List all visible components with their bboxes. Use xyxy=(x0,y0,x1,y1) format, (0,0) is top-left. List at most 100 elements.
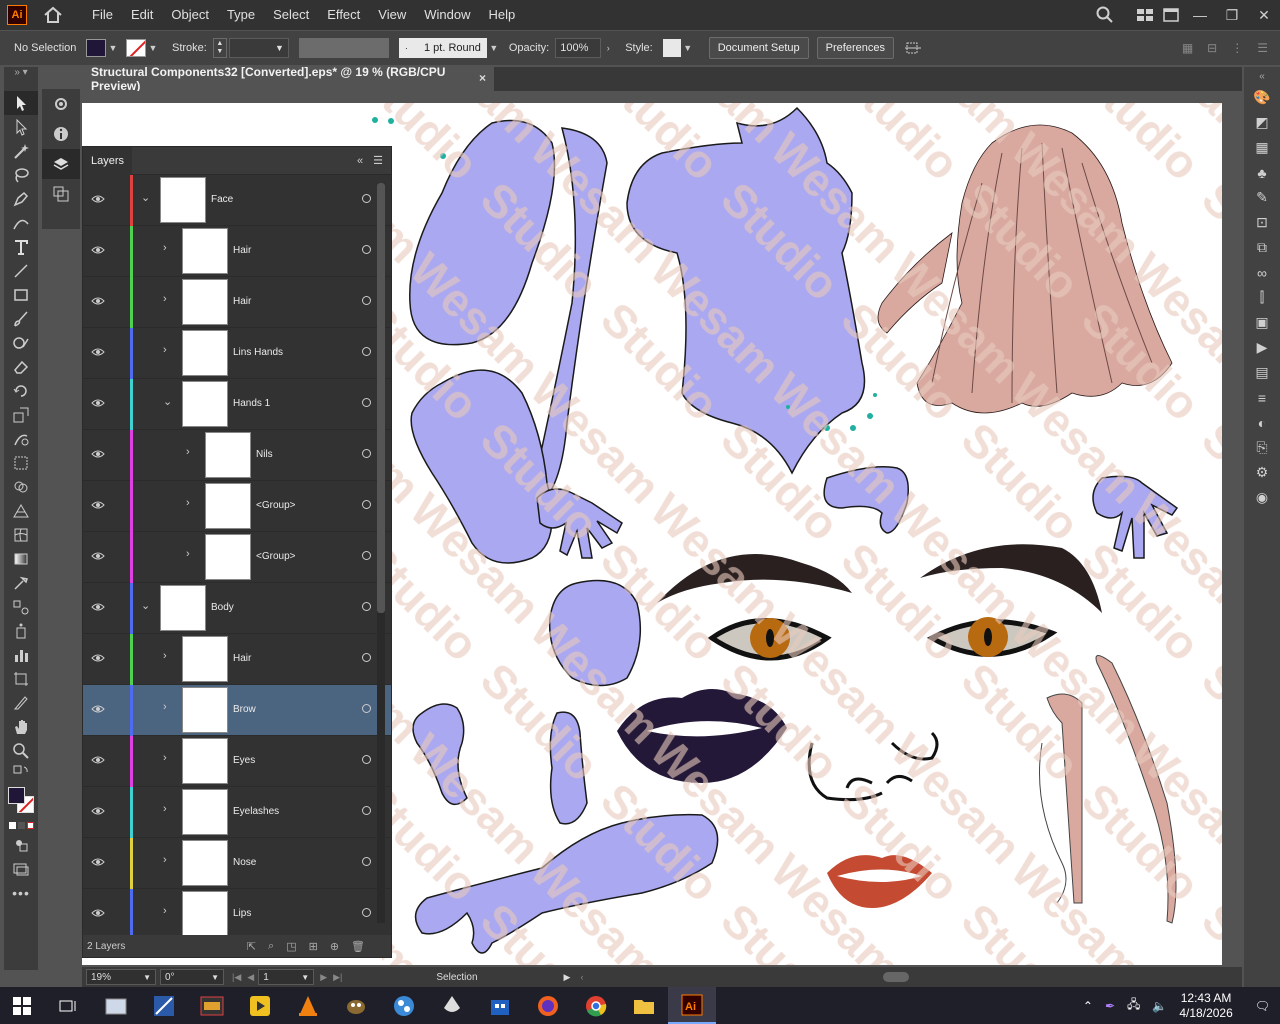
clipping-mask-icon[interactable]: ◳ xyxy=(286,940,296,953)
workspace-icon[interactable] xyxy=(1132,2,1158,28)
home-icon[interactable] xyxy=(43,6,63,24)
menu-window[interactable]: Window xyxy=(415,0,479,30)
store-icon[interactable] xyxy=(476,987,524,1024)
last-artboard-icon[interactable]: ▶| xyxy=(333,972,342,983)
asset-export-icon[interactable]: ⎘ xyxy=(1244,435,1280,460)
menu-object[interactable]: Object xyxy=(162,0,218,30)
next-artboard-icon[interactable]: ▶ xyxy=(320,972,327,983)
expand-chevron-icon[interactable]: › xyxy=(163,344,167,356)
hscroll-thumb[interactable] xyxy=(883,972,910,982)
tray-chevron-icon[interactable]: ⌃ xyxy=(1083,999,1093,1013)
gradient-panel-icon[interactable]: ▤ xyxy=(1244,360,1280,385)
gradient-tool[interactable] xyxy=(4,547,38,571)
visibility-eye-icon[interactable] xyxy=(91,601,105,613)
chrome-icon[interactable] xyxy=(572,987,620,1024)
layer-target-icon[interactable] xyxy=(362,908,371,917)
panel-menu-icon[interactable]: ☰ xyxy=(1257,41,1268,55)
vlc-icon[interactable] xyxy=(284,987,332,1024)
layer-name[interactable]: Lips xyxy=(233,908,251,919)
search-icon[interactable] xyxy=(1092,2,1118,28)
fill-color-box[interactable] xyxy=(8,787,25,804)
magic-wand-tool[interactable] xyxy=(4,139,38,163)
visibility-eye-icon[interactable] xyxy=(91,499,105,511)
fill-stroke-swatches[interactable] xyxy=(4,783,38,817)
stroke-panel-icon[interactable]: ≡ xyxy=(1244,385,1280,410)
shaper-tool[interactable] xyxy=(4,331,38,355)
layer-name[interactable]: Hands 1 xyxy=(233,398,270,409)
menu-select[interactable]: Select xyxy=(264,0,318,30)
opacity-field[interactable]: 100% xyxy=(555,38,602,58)
layer-row[interactable]: › Hair xyxy=(83,226,391,277)
properties-panel-icon[interactable] xyxy=(42,89,80,119)
stroke-weight-stepper[interactable]: ▲ ▼ xyxy=(212,38,227,58)
close-window-icon[interactable]: ✕ xyxy=(1248,7,1280,24)
layer-target-icon[interactable] xyxy=(362,806,371,815)
layer-name[interactable]: Face xyxy=(211,194,233,205)
inkscape-icon[interactable] xyxy=(428,987,476,1024)
free-transform-tool[interactable] xyxy=(4,451,38,475)
new-layer-icon[interactable]: ⊕ xyxy=(330,940,339,953)
visibility-eye-icon[interactable] xyxy=(91,550,105,562)
swatches-panel-icon[interactable]: ▦ xyxy=(1244,135,1280,160)
menu-type[interactable]: Type xyxy=(218,0,264,30)
layer-target-icon[interactable] xyxy=(362,755,371,764)
network-icon[interactable]: 🖧 xyxy=(1127,995,1140,1016)
direct-selection-tool[interactable] xyxy=(4,115,38,139)
lasso-tool[interactable] xyxy=(4,163,38,187)
align-options-icon[interactable] xyxy=(900,35,926,61)
notifications-icon[interactable]: 🗨 xyxy=(1255,999,1270,1013)
layer-row[interactable]: ⌄ Body xyxy=(83,583,391,634)
graphic-styles-icon[interactable]: ⚙ xyxy=(1244,460,1280,485)
layer-target-icon[interactable] xyxy=(362,857,371,866)
hscroll-left-icon[interactable]: ‹ xyxy=(580,972,583,982)
layer-row[interactable]: › Brow xyxy=(83,685,391,736)
visibility-eye-icon[interactable] xyxy=(91,346,105,358)
expand-chevron-icon[interactable]: › xyxy=(186,446,190,458)
windows-start-icon[interactable] xyxy=(0,987,44,1024)
new-sublayer-icon[interactable]: ⊞ xyxy=(309,940,318,953)
panel-options-icon[interactable]: ☰ xyxy=(373,154,383,167)
actions-panel-icon[interactable]: ▶ xyxy=(1244,335,1280,360)
expand-chevron-icon[interactable]: › xyxy=(186,497,190,509)
first-artboard-icon[interactable]: |◀ xyxy=(232,972,241,983)
fill-dropdown-icon[interactable]: ▼ xyxy=(106,43,120,53)
layer-target-icon[interactable] xyxy=(362,194,371,203)
brushes-panel-icon[interactable]: ✎ xyxy=(1244,185,1280,210)
layer-target-icon[interactable] xyxy=(362,500,371,509)
visibility-eye-icon[interactable] xyxy=(91,805,105,817)
appearance-panel-icon[interactable]: ▣ xyxy=(1244,310,1280,335)
expand-chevron-icon[interactable]: › xyxy=(163,242,167,254)
layer-row[interactable]: › Hair xyxy=(83,634,391,685)
line-tool[interactable] xyxy=(4,259,38,283)
minimize-icon[interactable]: — xyxy=(1184,7,1216,23)
document-tab[interactable]: Structural Components32 [Converted].eps*… xyxy=(82,65,494,93)
shape-builder-tool[interactable] xyxy=(4,475,38,499)
screenshot-app-icon[interactable] xyxy=(140,987,188,1024)
layer-row[interactable]: › Nils xyxy=(83,430,391,481)
layer-row[interactable]: › Lips xyxy=(83,889,391,940)
layer-target-icon[interactable] xyxy=(362,245,371,254)
expand-chevron-icon[interactable]: › xyxy=(163,701,167,713)
restore-icon[interactable]: ❐ xyxy=(1216,7,1248,24)
collapse-chevron-icon[interactable]: ⌄ xyxy=(163,395,172,408)
type-tool[interactable] xyxy=(4,235,38,259)
layer-name[interactable]: <Group> xyxy=(256,500,295,511)
mesh-tool[interactable] xyxy=(4,523,38,547)
layer-row[interactable]: ⌄ Face xyxy=(83,175,391,226)
volume-icon[interactable]: 🔈 xyxy=(1152,999,1167,1013)
menu-edit[interactable]: Edit xyxy=(122,0,162,30)
expand-chevron-icon[interactable]: › xyxy=(163,650,167,662)
isolate-icon[interactable]: ⊟ xyxy=(1207,41,1217,55)
layer-target-icon[interactable] xyxy=(362,449,371,458)
arrange-docs-icon[interactable] xyxy=(1158,2,1184,28)
illustrator-taskbar-icon[interactable]: Ai xyxy=(668,987,716,1024)
layer-row[interactable]: › Lins Hands xyxy=(83,328,391,379)
zoom-field[interactable]: 19% ▼ xyxy=(86,969,156,985)
curvature-tool[interactable] xyxy=(4,211,38,235)
collapse-chevron-icon[interactable]: ⌄ xyxy=(141,599,150,612)
symbols-panel-icon[interactable]: ♣ xyxy=(1244,160,1280,185)
layer-name[interactable]: Nils xyxy=(256,449,273,460)
layer-target-icon[interactable] xyxy=(362,704,371,713)
default-colors-icon[interactable] xyxy=(4,763,38,783)
visibility-eye-icon[interactable] xyxy=(91,448,105,460)
